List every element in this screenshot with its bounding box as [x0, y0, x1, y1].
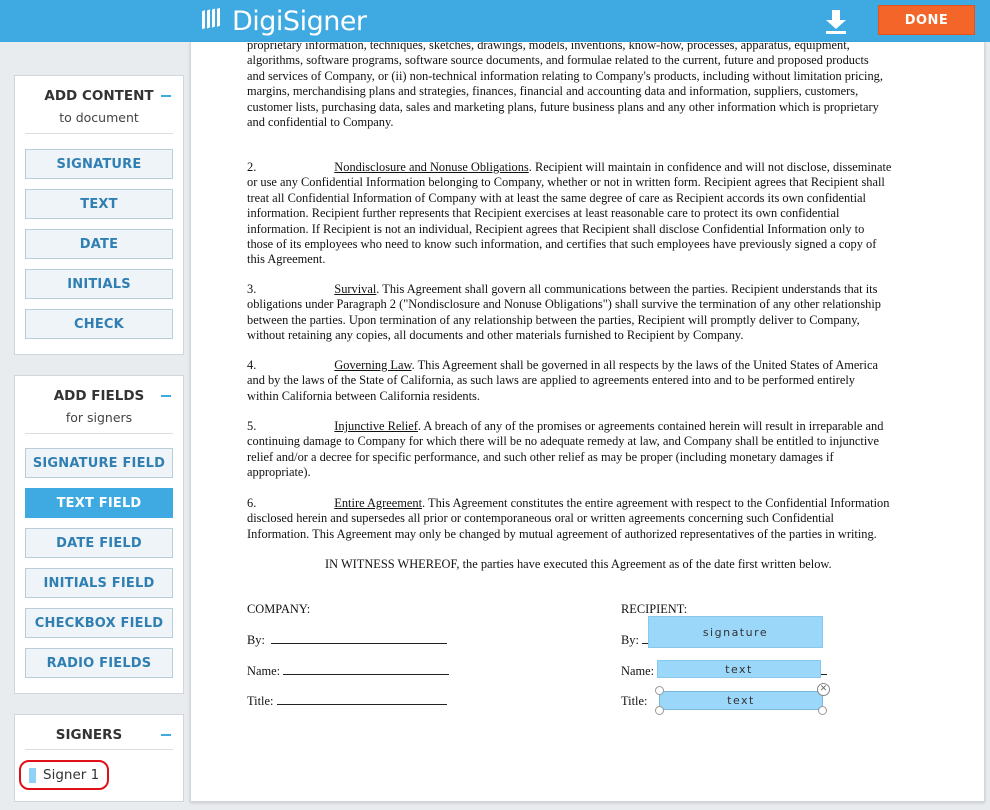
resize-handle-icon[interactable] — [655, 706, 664, 715]
add-check-button[interactable]: CHECK — [25, 309, 173, 339]
section-6: 6. Entire Agreement. This Agreement const… — [247, 496, 890, 541]
panel-divider — [25, 749, 173, 750]
signers-panel: SIGNERS Signer 1 — [14, 714, 184, 802]
add-fields-subtitle: for signers — [65, 410, 133, 425]
panel-divider — [25, 433, 173, 434]
section-2: 2. Nondisclosure and Nonuse Obligations. … — [247, 160, 892, 267]
recipient-label: RECIPIENT: — [621, 602, 688, 616]
add-text-button[interactable]: TEXT — [25, 189, 173, 219]
add-content-subtitle: to document — [59, 110, 139, 125]
company-name-line: Name: — [247, 664, 450, 679]
section-4: 4. Governing Law. This Agreement shall be… — [247, 358, 878, 403]
add-fields-title: ADD FIELDS — [53, 388, 145, 404]
signer-item[interactable]: Signer 1 — [19, 760, 109, 790]
resize-handle-icon[interactable] — [655, 686, 664, 695]
add-date-button[interactable]: DATE — [25, 229, 173, 259]
initials-field-button[interactable]: INITIALS FIELD — [25, 568, 173, 598]
add-fields-panel: ADD FIELDS for signers SIGNATURE FIELD T… — [14, 375, 184, 694]
company-by-line: By: — [247, 633, 448, 648]
delete-field-icon[interactable]: ✕ — [817, 683, 830, 696]
panel-divider — [25, 133, 173, 134]
checkbox-field-button[interactable]: CHECKBOX FIELD — [25, 608, 173, 638]
date-field-button[interactable]: DATE FIELD — [25, 528, 173, 558]
brand-logo: DigiSigner — [200, 3, 367, 39]
top-bar: DigiSigner DONE — [0, 0, 990, 42]
brand-name: DigiSigner — [232, 5, 367, 37]
signer-color-swatch — [29, 767, 36, 783]
resize-handle-icon[interactable] — [818, 706, 827, 715]
title-text-field[interactable]: text — [659, 691, 823, 710]
section-3: 3. Survival. This Agreement shall govern … — [247, 282, 881, 343]
add-initials-button[interactable]: INITIALS — [25, 269, 173, 299]
radio-fields-button[interactable]: RADIO FIELDS — [25, 648, 173, 678]
add-signature-button[interactable]: SIGNATURE — [25, 149, 173, 179]
download-icon[interactable] — [822, 6, 850, 36]
section-5: 5. Injunctive Relief. A breach of any of … — [247, 419, 884, 480]
document-page[interactable]: proprietary information, techniques, ske… — [190, 42, 985, 802]
collapse-add-fields-icon[interactable] — [161, 395, 171, 397]
digisigner-logo-icon — [202, 7, 220, 30]
name-text-field[interactable]: text — [657, 660, 821, 678]
intro-paragraph: proprietary information, techniques, ske… — [247, 42, 883, 130]
collapse-add-content-icon[interactable] — [161, 95, 171, 97]
done-button[interactable]: DONE — [878, 5, 975, 35]
signature-field[interactable]: signature — [648, 616, 823, 648]
signers-title: SIGNERS — [55, 727, 123, 743]
recipient-title-line: Title: — [621, 694, 648, 708]
collapse-signers-icon[interactable] — [161, 734, 171, 736]
signer-label: Signer 1 — [43, 767, 100, 783]
witness-line: IN WITNESS WHEREOF, the parties have exe… — [325, 557, 832, 571]
text-field-button[interactable]: TEXT FIELD — [25, 488, 173, 518]
add-content-panel: ADD CONTENT to document SIGNATURE TEXT D… — [14, 75, 184, 355]
company-title-line: Title: — [247, 694, 447, 709]
add-content-title: ADD CONTENT — [44, 88, 154, 104]
signature-field-button[interactable]: SIGNATURE FIELD — [25, 448, 173, 478]
company-label: COMPANY: — [247, 602, 311, 616]
